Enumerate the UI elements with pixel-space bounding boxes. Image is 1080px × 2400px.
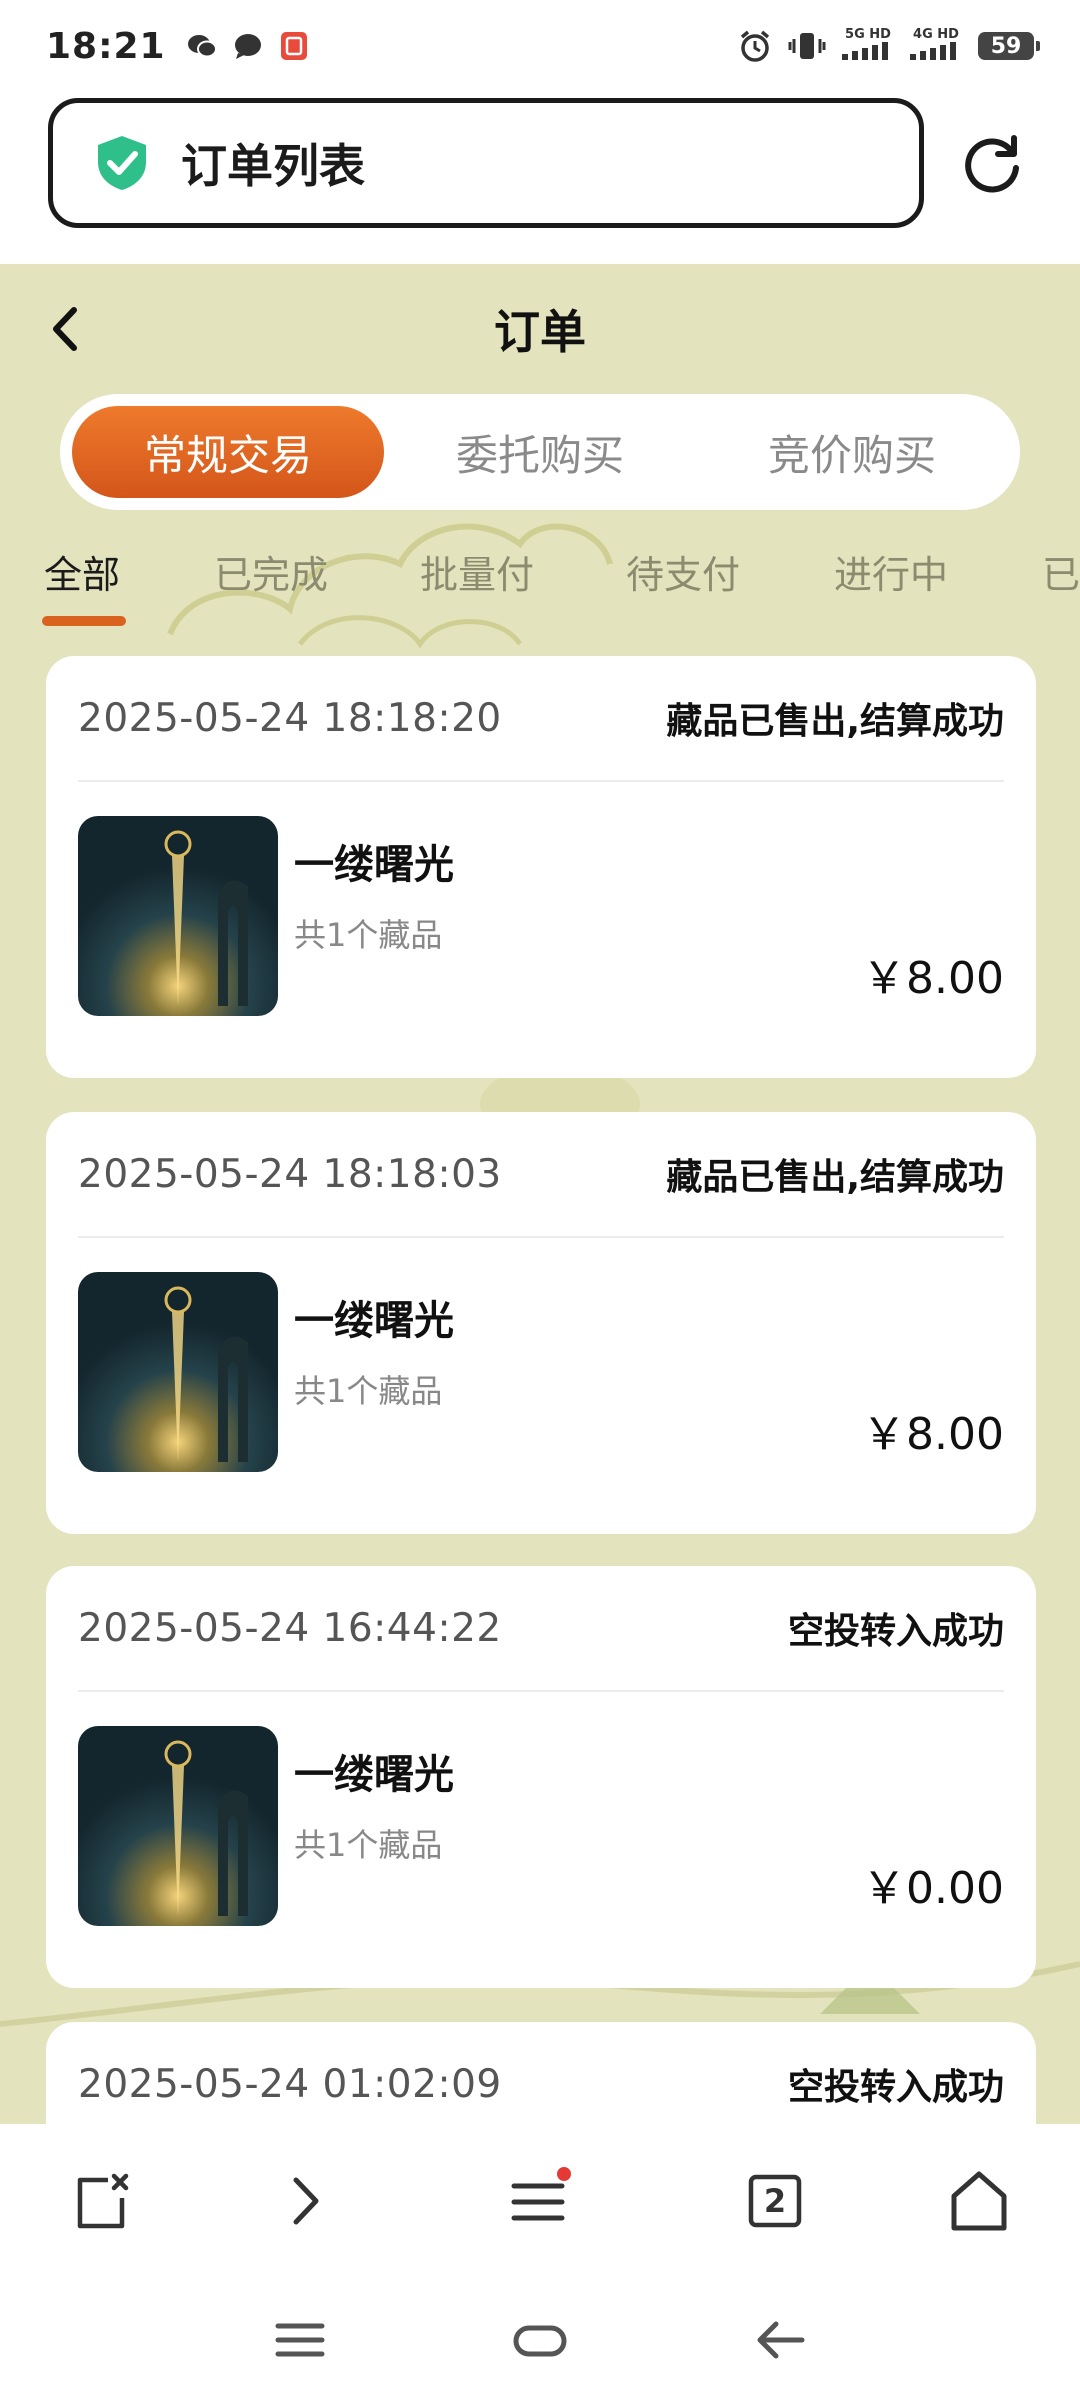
collectible-name: 一缕曙光 bbox=[294, 1752, 454, 1798]
notification-icons bbox=[186, 31, 310, 61]
order-card-header: 2025-05-24 18:18:03 藏品已售出,结算成功 bbox=[78, 1112, 1004, 1238]
segment-regular-trade[interactable]: 常规交易 bbox=[72, 406, 384, 498]
order-status: 空投转入成功 bbox=[787, 1611, 1004, 1652]
collectible-count: 共1个藏品 bbox=[294, 1826, 443, 1864]
chevron-left-icon[interactable] bbox=[44, 302, 84, 356]
segment-entrusted-purchase[interactable]: 委托购买 bbox=[384, 406, 696, 498]
tabs-button[interactable]: 2 bbox=[740, 2166, 810, 2236]
collectible-count: 共1个藏品 bbox=[294, 916, 443, 954]
order-card-body: 一缕曙光 共1个藏品 ￥0.00 bbox=[78, 1692, 1004, 1986]
tab-completed[interactable]: 已完成 bbox=[214, 544, 328, 634]
address-field[interactable]: 订单列表 bbox=[48, 98, 924, 228]
segment-bid-purchase[interactable]: 竞价购买 bbox=[696, 406, 1008, 498]
refresh-icon[interactable] bbox=[962, 132, 1026, 196]
app-notification-icon bbox=[280, 32, 307, 60]
collectible-name: 一缕曙光 bbox=[294, 1298, 454, 1344]
alarm-icon bbox=[740, 30, 770, 62]
collectible-name: 一缕曙光 bbox=[294, 842, 454, 888]
order-price: ￥8.00 bbox=[862, 1409, 1004, 1460]
order-price: ￥8.00 bbox=[862, 953, 1004, 1004]
trade-type-segmented-control: 常规交易 委托购买 竞价购买 bbox=[60, 394, 1020, 510]
order-time: 2025-05-24 18:18:03 bbox=[78, 1151, 502, 1197]
network-5g: 5G HD bbox=[842, 28, 894, 64]
order-card[interactable]: 2025-05-24 01:02:09 空投转入成功 bbox=[46, 2022, 1036, 2124]
page-header: 订单 bbox=[0, 264, 1080, 394]
close-tab-icon[interactable] bbox=[66, 2166, 136, 2236]
order-status: 藏品已售出,结算成功 bbox=[666, 701, 1004, 742]
order-card-body: 一缕曙光 共1个藏品 ￥8.00 bbox=[78, 1238, 1004, 1532]
menu-icon[interactable] bbox=[504, 2166, 574, 2236]
order-time: 2025-05-24 16:44:22 bbox=[78, 1605, 502, 1651]
signal-icon bbox=[910, 42, 956, 60]
back-arrow-icon[interactable] bbox=[750, 2310, 810, 2370]
tab-in-progress[interactable]: 进行中 bbox=[834, 544, 948, 634]
order-card[interactable]: 2025-05-24 16:44:22 空投转入成功 一缕曙光 共1个藏品 ￥0… bbox=[46, 1566, 1036, 1988]
page-title: 订单 bbox=[494, 305, 586, 359]
collectible-thumbnail bbox=[78, 816, 278, 1016]
status-time: 18:21 bbox=[46, 25, 166, 67]
home-pill-icon[interactable] bbox=[510, 2310, 570, 2370]
forward-icon[interactable] bbox=[270, 2166, 340, 2236]
collectible-thumbnail bbox=[78, 1726, 278, 1926]
active-tab-indicator bbox=[42, 616, 126, 626]
order-card-header: 2025-05-24 18:18:20 藏品已售出,结算成功 bbox=[78, 656, 1004, 782]
collectible-count: 共1个藏品 bbox=[294, 1372, 443, 1410]
wechat-icon bbox=[187, 35, 217, 58]
tab-pending-payment[interactable]: 待支付 bbox=[626, 544, 740, 634]
browser-toolbar: 2 bbox=[0, 2124, 1080, 2274]
order-card[interactable]: 2025-05-24 18:18:03 藏品已售出,结算成功 一缕曙光 共1个藏… bbox=[46, 1112, 1036, 1534]
orders-page: 订单 常规交易 委托购买 竞价购买 全部 已完成 批量付 待支付 进行中 已 2… bbox=[0, 264, 1080, 2124]
order-card-header: 2025-05-24 16:44:22 空投转入成功 bbox=[78, 1566, 1004, 1692]
network-4g: 4G HD bbox=[910, 28, 962, 64]
tab-more-truncated[interactable]: 已 bbox=[1042, 544, 1080, 634]
tab-batch-pay[interactable]: 批量付 bbox=[420, 544, 534, 634]
browser-address-bar: 订单列表 bbox=[0, 92, 1080, 264]
order-status: 藏品已售出,结算成功 bbox=[666, 1157, 1004, 1198]
signal-icon bbox=[842, 42, 888, 60]
home-icon[interactable] bbox=[944, 2166, 1014, 2236]
system-navigation-bar bbox=[0, 2274, 1080, 2400]
tab-count: 2 bbox=[763, 2182, 787, 2220]
order-card[interactable]: 2025-05-24 18:18:20 藏品已售出,结算成功 一缕曙光 共1个藏… bbox=[46, 656, 1036, 1078]
order-status: 空投转入成功 bbox=[787, 2067, 1004, 2108]
status-bar: 18:21 5G HD 4G HD 59 bbox=[0, 0, 1080, 92]
address-text: 订单列表 bbox=[181, 139, 365, 193]
order-card-header: 2025-05-24 01:02:09 空投转入成功 bbox=[78, 2022, 1004, 2124]
collectible-thumbnail bbox=[78, 1272, 278, 1472]
order-time: 2025-05-24 18:18:20 bbox=[78, 695, 502, 741]
vibrate-icon bbox=[788, 33, 826, 59]
message-icon bbox=[234, 34, 261, 59]
system-status: 5G HD 4G HD 59 bbox=[738, 28, 1040, 64]
shield-check-icon bbox=[98, 136, 146, 190]
recent-apps-icon[interactable] bbox=[270, 2310, 330, 2370]
order-card-body: 一缕曙光 共1个藏品 ￥8.00 bbox=[78, 782, 1004, 1076]
order-status-tabs: 全部 已完成 批量付 待支付 进行中 已 bbox=[0, 544, 1080, 654]
order-time: 2025-05-24 01:02:09 bbox=[78, 2061, 502, 2107]
battery-indicator: 59 bbox=[978, 32, 1040, 60]
order-price: ￥0.00 bbox=[862, 1863, 1004, 1914]
